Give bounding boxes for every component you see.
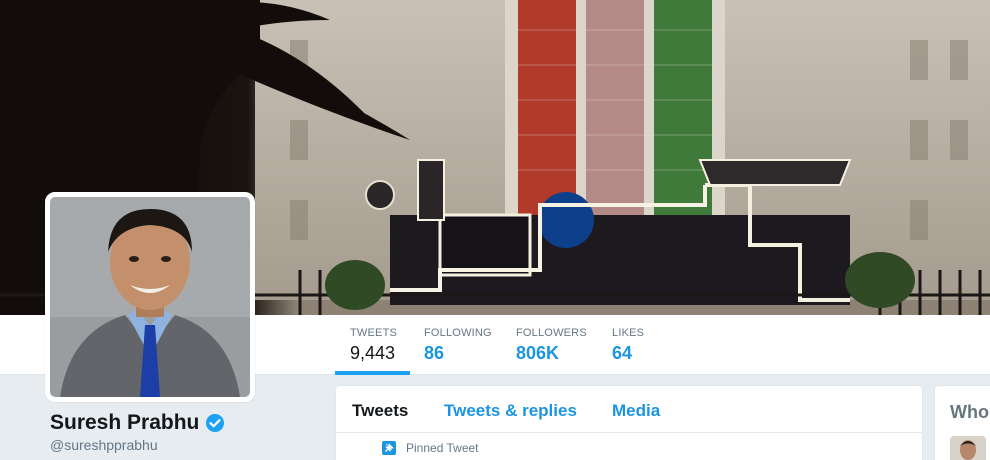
stat-following-label: FOLLOWING bbox=[424, 327, 492, 339]
tab-media[interactable]: Media bbox=[612, 401, 660, 421]
stat-followers-label: FOLLOWERS bbox=[516, 327, 587, 339]
tab-tweets[interactable]: Tweets bbox=[352, 401, 408, 421]
stat-following-value: 86 bbox=[424, 343, 445, 363]
profile-avatar[interactable] bbox=[45, 192, 255, 402]
stat-tweets[interactable]: TWEETS 9,443 bbox=[335, 315, 410, 375]
who-to-follow-card: Who bbox=[934, 385, 990, 460]
stat-tweets-value: 9,443 bbox=[350, 343, 396, 363]
pinned-tweet-context: Pinned Tweet bbox=[382, 441, 479, 455]
stat-likes[interactable]: LIKES 64 bbox=[612, 315, 644, 375]
verified-badge-icon bbox=[206, 414, 225, 432]
who-to-follow-title: Who bbox=[950, 402, 989, 422]
avatar-photo bbox=[50, 197, 250, 397]
profile-page: TWEETS 9,443 FOLLOWING 86 FOLLOWERS 806K… bbox=[0, 0, 990, 460]
stat-following[interactable]: FOLLOWING 86 bbox=[424, 315, 492, 375]
profile-name[interactable]: Suresh Prabhu bbox=[50, 411, 225, 435]
timeline-card: Tweets Tweets & replies Media Pinned Twe… bbox=[335, 385, 923, 460]
stat-tweets-label: TWEETS bbox=[350, 327, 398, 339]
stat-followers[interactable]: FOLLOWERS 806K bbox=[516, 315, 587, 375]
suggestion-avatar[interactable] bbox=[950, 436, 986, 460]
stat-followers-value: 806K bbox=[516, 343, 560, 363]
stat-likes-value: 64 bbox=[612, 343, 633, 363]
stat-likes-label: LIKES bbox=[612, 327, 645, 339]
timeline-tabs: Tweets Tweets & replies Media bbox=[336, 386, 922, 433]
profile-handle[interactable]: @sureshpprabhu bbox=[50, 437, 158, 453]
pin-icon bbox=[382, 441, 396, 455]
profile-name-text: Suresh Prabhu bbox=[50, 411, 200, 434]
suggestion-avatar-photo bbox=[950, 436, 986, 460]
pinned-tweet-label: Pinned Tweet bbox=[406, 441, 479, 455]
tab-tweets-replies[interactable]: Tweets & replies bbox=[444, 401, 577, 421]
